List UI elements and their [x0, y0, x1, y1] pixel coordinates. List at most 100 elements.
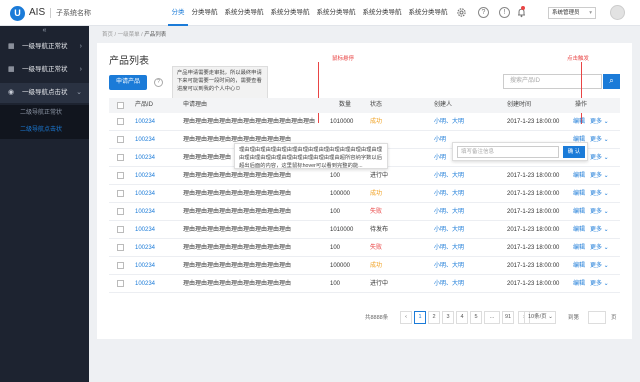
annotation-hover: 鼠标悬停	[332, 56, 355, 62]
sidebar-subitem-active[interactable]: 二级导航点击状	[0, 122, 89, 139]
reason-text: 理由理由理由理由理由理由理由理由理由	[183, 281, 292, 287]
row-checkbox[interactable]	[117, 118, 124, 125]
product-id-link[interactable]: 100234	[135, 275, 155, 293]
row-checkbox[interactable]	[117, 136, 124, 143]
more-menu[interactable]: 更多 ⌄	[590, 131, 609, 149]
row-checkbox[interactable]	[117, 262, 124, 269]
avatar[interactable]	[610, 5, 625, 20]
creator-link[interactable]: 小明、大明	[434, 185, 464, 203]
nav-item-3[interactable]: 系统分类导航	[267, 0, 313, 26]
sidebar-item-label: 一级导航正常状	[22, 43, 68, 50]
edit-link[interactable]: 编辑	[573, 239, 585, 257]
edit-link[interactable]: 编辑	[573, 185, 585, 203]
help-icon[interactable]: ?	[154, 78, 163, 87]
creator-link[interactable]: 小明	[434, 149, 446, 167]
row-checkbox[interactable]	[117, 154, 124, 161]
sidebar-item-3[interactable]: ◉ 一级导航点击状 ⌄	[0, 83, 89, 103]
page-button[interactable]: 3	[442, 311, 454, 324]
more-menu[interactable]: 更多 ⌄	[590, 113, 609, 131]
page-button[interactable]: 5	[470, 311, 482, 324]
creator-link[interactable]: 小明、大明	[434, 167, 464, 185]
nav-item-1[interactable]: 分类导航	[188, 0, 221, 26]
status-badge: 成功	[370, 191, 383, 197]
page-size-select[interactable]: 10条/页 ⌄	[524, 311, 556, 324]
product-id-link[interactable]: 100234	[135, 203, 155, 221]
select-all-checkbox[interactable]	[117, 102, 124, 109]
creator-link[interactable]: 小明、大明	[434, 257, 464, 275]
reason-text: 理由理由理由理由理由理由理由理由理由	[183, 227, 292, 233]
page-button[interactable]: 91	[502, 311, 514, 324]
nav-item-2[interactable]: 系统分类导航	[221, 0, 267, 26]
product-id-link[interactable]: 100234	[135, 149, 155, 167]
sidebar-item-label: 一级导航点击状	[22, 89, 68, 96]
row-checkbox[interactable]	[117, 190, 124, 197]
gear-icon[interactable]	[456, 7, 467, 18]
creator-link[interactable]: 小明、大明	[434, 113, 464, 131]
search-button[interactable]: ⌕	[603, 74, 620, 89]
product-id-link[interactable]: 100234	[135, 113, 155, 131]
edit-link[interactable]: 编辑	[573, 167, 585, 185]
product-id-link[interactable]: 100234	[135, 185, 155, 203]
more-menu[interactable]: 更多 ⌄	[590, 275, 609, 293]
page-button: ...	[484, 311, 500, 324]
jump-page-input[interactable]	[588, 311, 606, 324]
more-menu[interactable]: 更多 ⌄	[590, 185, 609, 203]
help-icon[interactable]: ?	[478, 7, 489, 18]
sidebar-item-1[interactable]: ▦ 一级导航正常状 ›	[0, 37, 89, 57]
creator-link[interactable]: 小明、大明	[434, 203, 464, 221]
more-menu[interactable]: 更多 ⌄	[590, 203, 609, 221]
collapse-icon[interactable]: «	[0, 26, 89, 36]
prev-page-button[interactable]: ‹	[400, 311, 412, 324]
creator-link[interactable]: 小明、大明	[434, 221, 464, 239]
page-button[interactable]: 1	[414, 311, 426, 324]
table-row: 100234 理由理由理由理由理由理由理由理由理由 100 失败 小明、大明 2017-1…	[109, 239, 620, 257]
role-select[interactable]: 系统管理员 ▾	[548, 7, 596, 19]
more-menu[interactable]: 更多 ⌄	[590, 149, 609, 167]
edit-link[interactable]: 编辑	[573, 113, 585, 131]
breadcrumb-home[interactable]: 首页	[102, 32, 113, 38]
more-menu[interactable]: 更多 ⌄	[590, 221, 609, 239]
creator-link[interactable]: 小明	[434, 131, 446, 149]
quantity-value: 100	[330, 245, 341, 251]
role-label: 系统管理员	[552, 10, 580, 16]
edit-link[interactable]: 编辑	[573, 203, 585, 221]
creator-link[interactable]: 小明、大明	[434, 275, 464, 293]
page-button[interactable]: 4	[456, 311, 468, 324]
more-menu[interactable]: 更多 ⌄	[590, 257, 609, 275]
quantity-value: 100000	[330, 263, 351, 269]
sidebar-subitem-normal[interactable]: 二级导航正常状	[0, 105, 89, 122]
creator-link[interactable]: 小明、大明	[434, 239, 464, 257]
row-checkbox[interactable]	[117, 208, 124, 215]
confirm-button[interactable]: 确 认	[563, 146, 585, 158]
row-checkbox[interactable]	[117, 244, 124, 251]
jump-suffix: 页	[611, 315, 617, 321]
info-icon[interactable]: !	[499, 7, 510, 18]
row-checkbox[interactable]	[117, 226, 124, 233]
edit-link[interactable]: 编辑	[573, 275, 585, 293]
remark-input[interactable]: 填写备注信息	[457, 146, 559, 158]
chevron-down-icon: ⌄	[76, 89, 82, 96]
more-menu[interactable]: 更多 ⌄	[590, 167, 609, 185]
created-time: 2017-1-23 18:00:00	[507, 281, 560, 287]
nav-item-6[interactable]: 系统分类导航	[405, 0, 451, 26]
table-row: 100234 理由理由理由理由理由理由理由理由理由 100 进行中 小明、大明 2017-…	[109, 167, 620, 185]
nav-item-5[interactable]: 系统分类导航	[359, 0, 405, 26]
nav-item-0[interactable]: 分类	[168, 0, 188, 26]
nav-item-4[interactable]: 系统分类导航	[313, 0, 359, 26]
breadcrumb-menu[interactable]: 一级菜单	[118, 32, 140, 38]
product-id-link[interactable]: 100234	[135, 239, 155, 257]
edit-link[interactable]: 编辑	[573, 221, 585, 239]
page-button[interactable]: 2	[428, 311, 440, 324]
product-id-link[interactable]: 100234	[135, 167, 155, 185]
more-menu[interactable]: 更多 ⌄	[590, 239, 609, 257]
product-id-link[interactable]: 100234	[135, 221, 155, 239]
product-id-link[interactable]: 100234	[135, 131, 155, 149]
chevron-right-icon: ›	[79, 43, 82, 50]
search-input[interactable]: 搜索产品ID	[503, 74, 602, 89]
edit-link[interactable]: 编辑	[573, 257, 585, 275]
row-checkbox[interactable]	[117, 280, 124, 287]
sidebar-item-2[interactable]: ▦ 一级导航正常状 ›	[0, 60, 89, 80]
row-checkbox[interactable]	[117, 172, 124, 179]
product-id-link[interactable]: 100234	[135, 257, 155, 275]
apply-product-button[interactable]: 申请产品	[109, 75, 147, 90]
